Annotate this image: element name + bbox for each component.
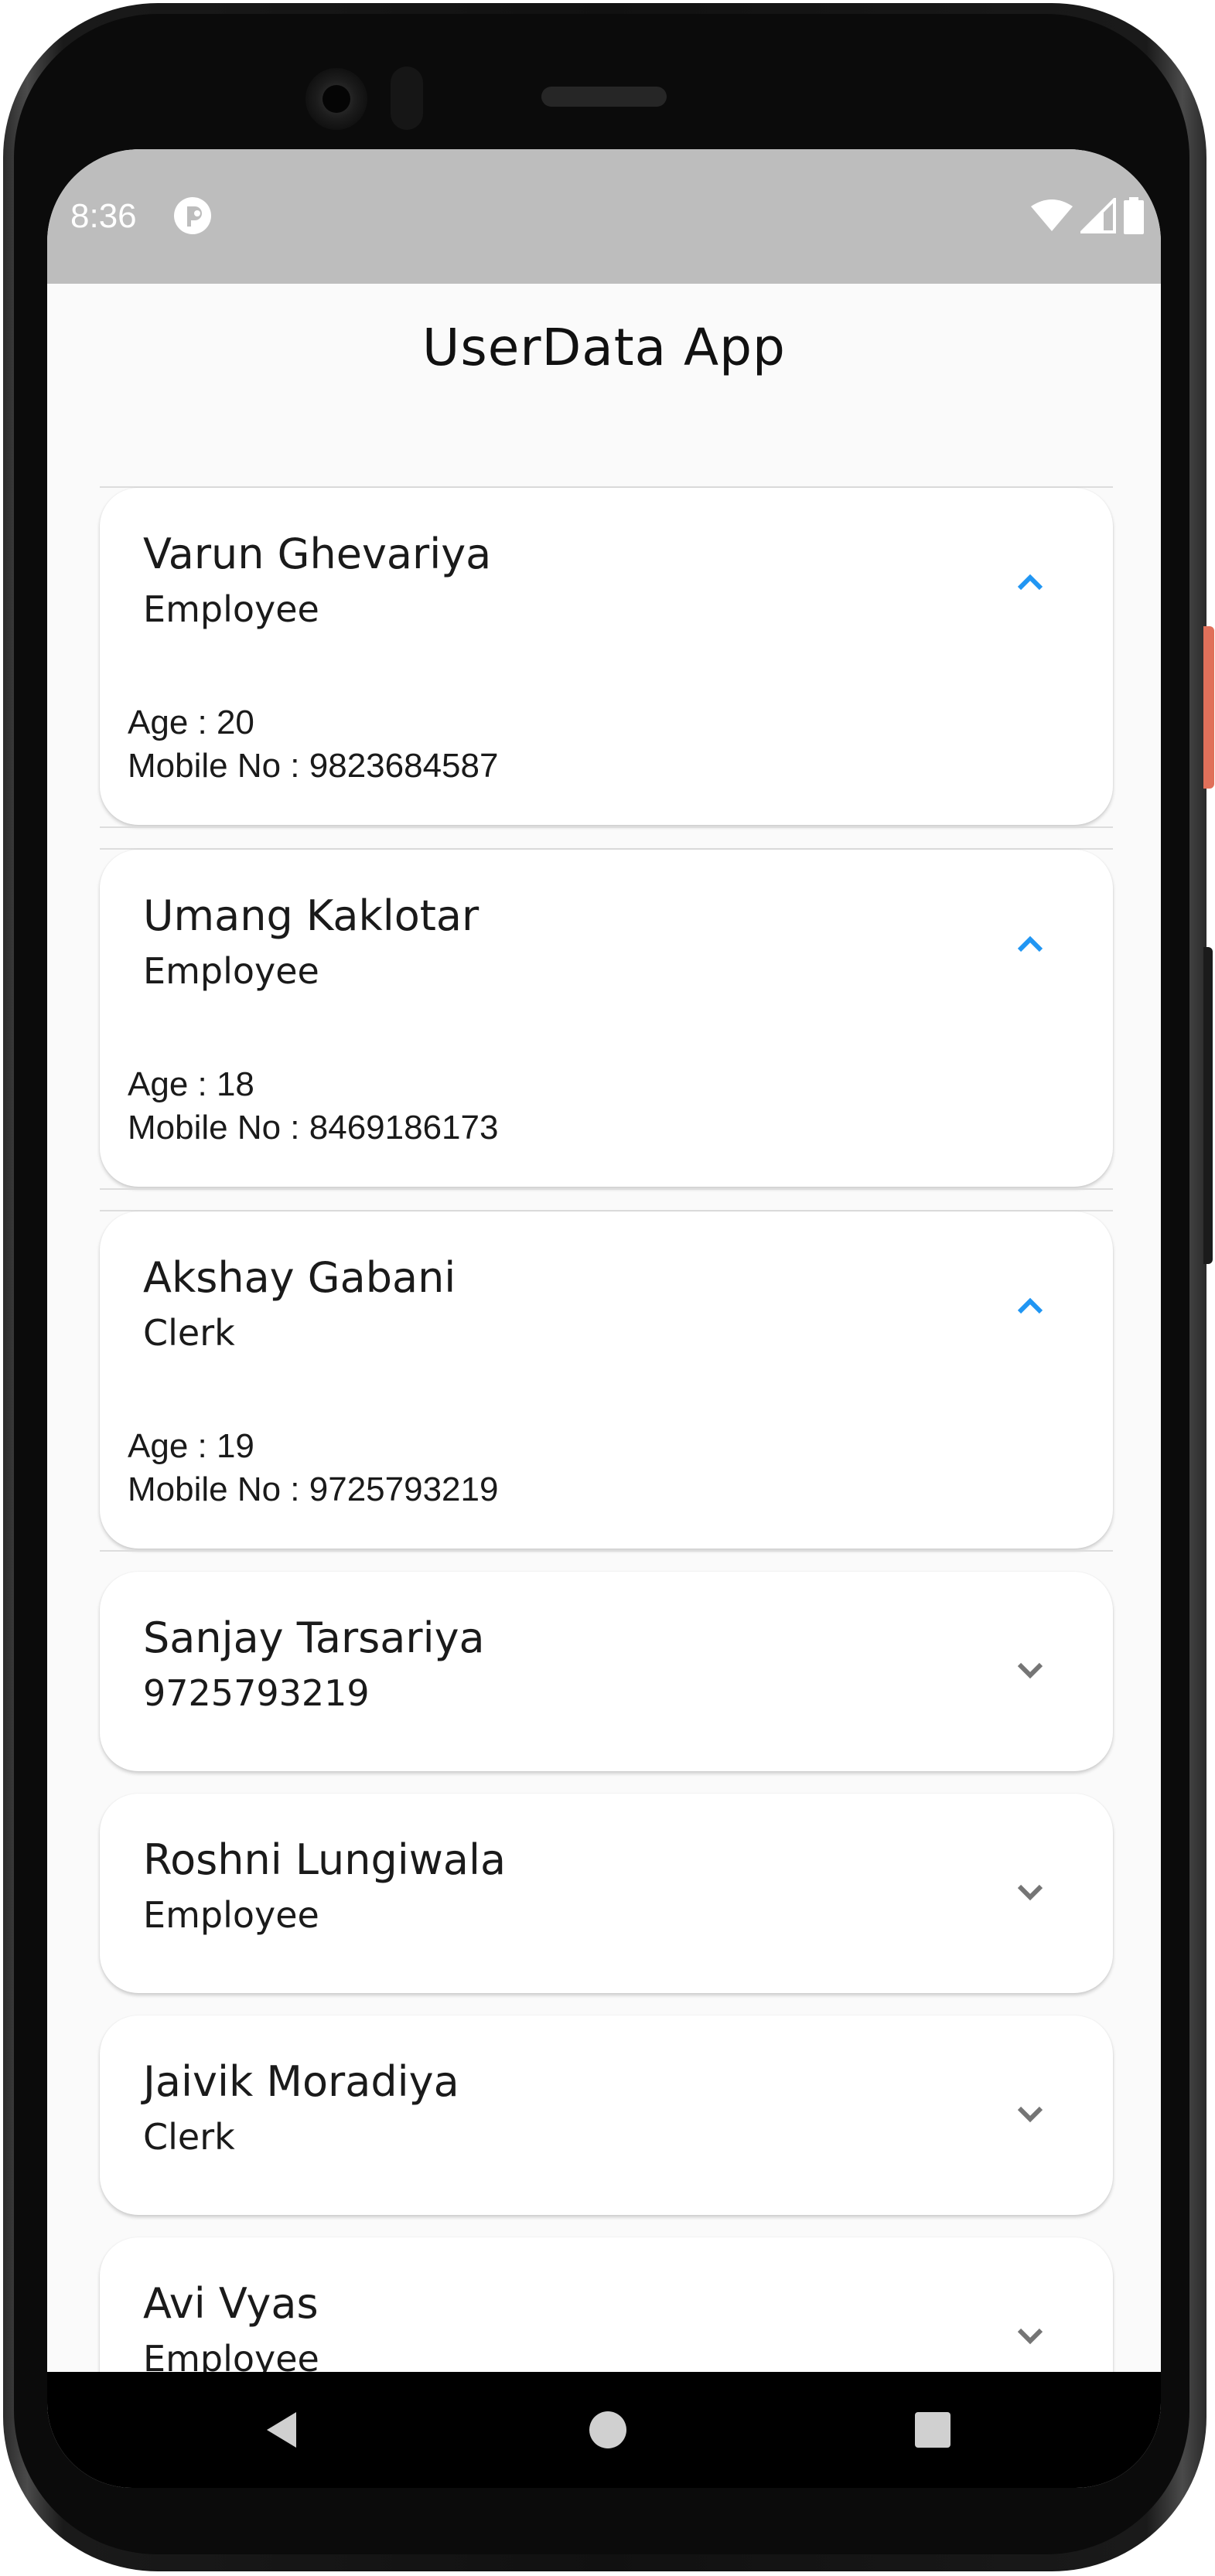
chevron-up-icon[interactable] <box>1009 922 1052 966</box>
proximity-sensor <box>391 66 423 130</box>
user-card[interactable]: Roshni Lungiwala Employee <box>100 1794 1113 1993</box>
user-mobile: Mobile No : 8469186173 <box>128 1109 499 1147</box>
cellular-signal-icon <box>1080 198 1116 233</box>
user-card[interactable]: Varun Ghevariya Employee Age : 20 Mobile… <box>100 488 1113 825</box>
list-divider <box>100 1550 1113 1552</box>
user-age: Age : 18 <box>128 1065 254 1103</box>
user-age: Age : 19 <box>128 1427 254 1465</box>
user-name: Varun Ghevariya <box>143 530 492 578</box>
list-divider <box>100 826 1113 828</box>
volume-button <box>1203 947 1213 1264</box>
chevron-down-icon[interactable] <box>1009 1649 1052 1692</box>
earpiece-speaker <box>541 87 667 107</box>
screen: 8:36 UserData App Varun Ghevariya Employ… <box>47 149 1161 2488</box>
user-name: Umang Kaklotar <box>143 891 480 940</box>
list-divider <box>100 1188 1113 1190</box>
battery-icon <box>1124 197 1144 234</box>
user-subtitle: Clerk <box>143 1312 235 1354</box>
status-time: 8:36 <box>70 197 137 235</box>
status-icons <box>1029 196 1145 236</box>
home-icon[interactable] <box>581 2403 635 2457</box>
user-name: Jaivik Moradiya <box>143 2057 459 2106</box>
user-subtitle: Clerk <box>143 2116 235 2158</box>
user-name: Sanjay Tarsariya <box>143 1613 485 1662</box>
status-bar: 8:36 <box>47 149 1161 284</box>
chevron-up-icon[interactable] <box>1009 561 1052 604</box>
chevron-down-icon[interactable] <box>1009 2315 1052 2358</box>
chevron-down-icon[interactable] <box>1009 2093 1052 2136</box>
app-title: UserData App <box>422 318 786 377</box>
user-subtitle: Employee <box>143 1894 319 1936</box>
camera-lens <box>323 85 350 113</box>
power-button <box>1203 626 1214 789</box>
user-subtitle: 9725793219 <box>143 1672 370 1714</box>
user-card[interactable]: Umang Kaklotar Employee Age : 18 Mobile … <box>100 850 1113 1187</box>
user-card[interactable]: Sanjay Tarsariya 9725793219 <box>100 1572 1113 1771</box>
user-subtitle: Employee <box>143 950 319 992</box>
front-camera <box>305 68 367 130</box>
user-card[interactable]: Akshay Gabani Clerk Age : 19 Mobile No :… <box>100 1211 1113 1549</box>
navigation-bar <box>47 2372 1161 2488</box>
phone-frame: 8:36 UserData App Varun Ghevariya Employ… <box>0 0 1215 2576</box>
user-mobile: Mobile No : 9823684587 <box>128 747 499 785</box>
chevron-down-icon[interactable] <box>1009 1871 1052 1914</box>
chevron-up-icon[interactable] <box>1009 1284 1052 1327</box>
user-name: Roshni Lungiwala <box>143 1835 507 1884</box>
user-mobile: Mobile No : 9725793219 <box>128 1470 499 1508</box>
user-name: Akshay Gabani <box>143 1253 456 1302</box>
recents-icon[interactable] <box>906 2403 960 2457</box>
user-card[interactable]: Jaivik Moradiya Clerk <box>100 2015 1113 2215</box>
user-subtitle: Employee <box>143 588 319 630</box>
user-age: Age : 20 <box>128 704 254 741</box>
user-name: Avi Vyas <box>143 2279 319 2328</box>
wifi-icon <box>1031 199 1073 231</box>
back-icon[interactable] <box>256 2403 310 2457</box>
app-notification-icon <box>174 197 211 234</box>
